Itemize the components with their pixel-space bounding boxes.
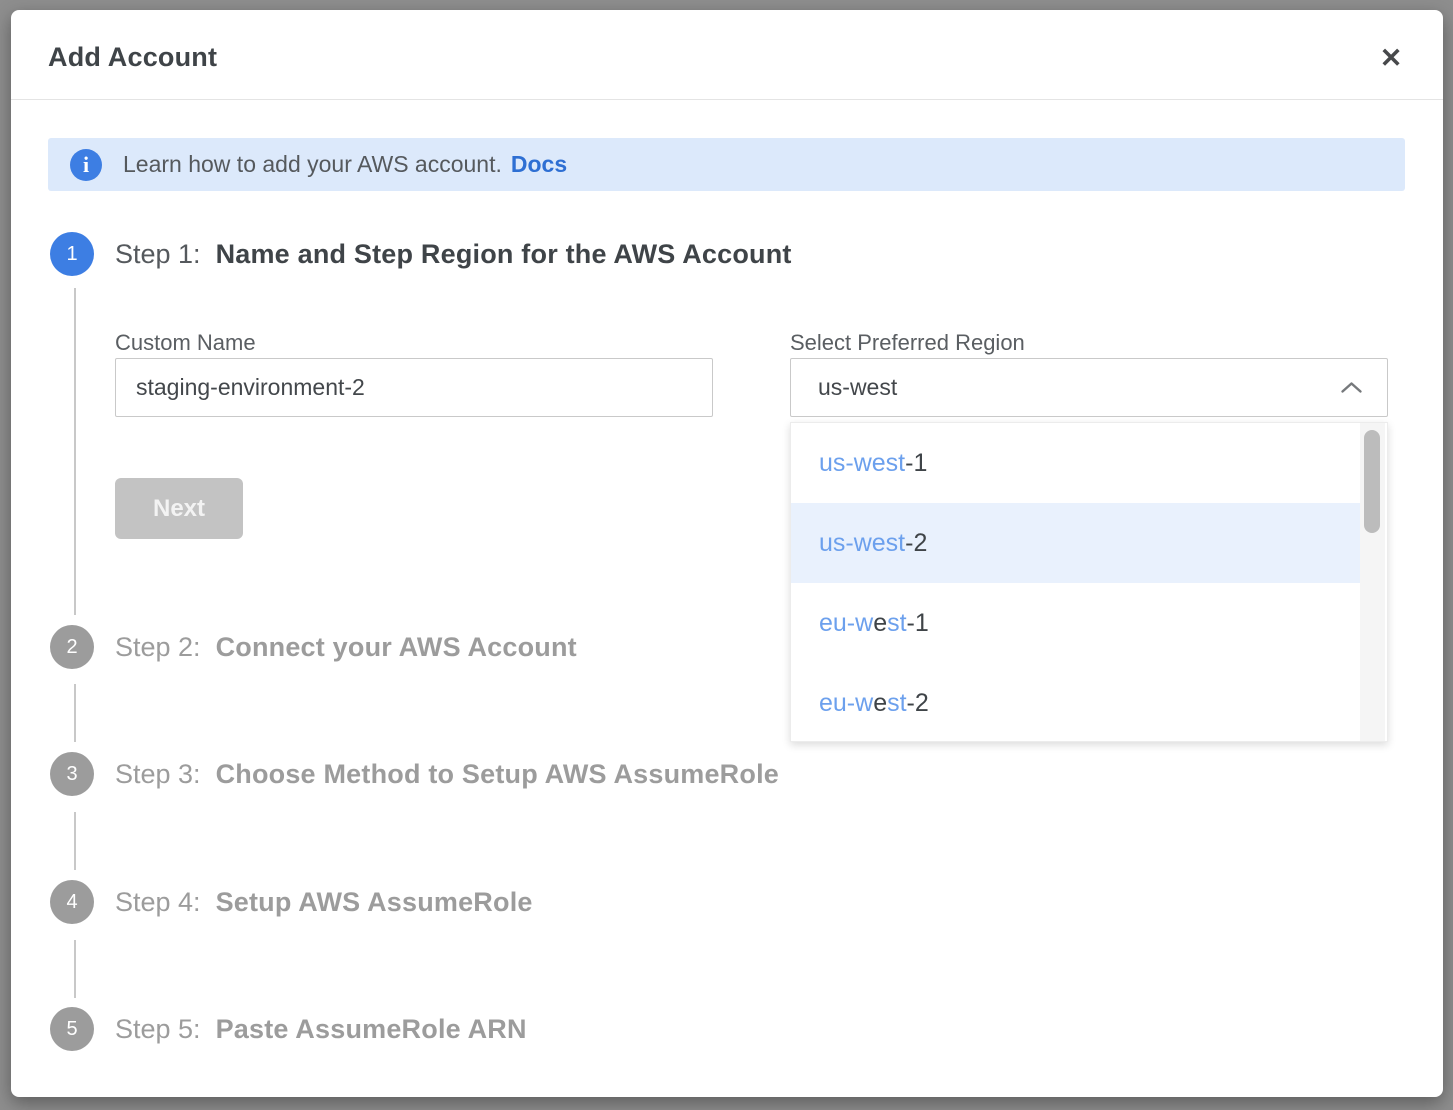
step-3-header: 3 Step 3: Choose Method to Setup AWS Ass… bbox=[50, 752, 779, 796]
custom-name-input[interactable] bbox=[115, 358, 713, 417]
region-option[interactable]: eu-west-1 bbox=[791, 583, 1360, 663]
info-banner: i Learn how to add your AWS account. Doc… bbox=[48, 138, 1405, 191]
step-connector bbox=[74, 940, 76, 998]
region-input[interactable] bbox=[791, 374, 1332, 401]
option-text: -1 bbox=[907, 609, 929, 637]
step-5-badge: 5 bbox=[50, 1007, 94, 1051]
info-icon: i bbox=[70, 149, 102, 181]
region-option[interactable]: us-west-1 bbox=[791, 423, 1360, 503]
option-text: -2 bbox=[905, 529, 927, 557]
step-3-prefix: Step 3: bbox=[115, 759, 201, 790]
step-2-header: 2 Step 2: Connect your AWS Account bbox=[50, 625, 577, 669]
next-button[interactable]: Next bbox=[115, 478, 243, 539]
region-dropdown: us-west-1us-west-2eu-west-1eu-west-2 bbox=[790, 422, 1388, 742]
step-4-header: 4 Step 4: Setup AWS AssumeRole bbox=[50, 880, 533, 924]
option-text: e bbox=[873, 689, 887, 717]
step-connector bbox=[74, 812, 76, 870]
step-4-title: Setup AWS AssumeRole bbox=[216, 887, 533, 918]
option-match-text: st bbox=[887, 689, 906, 717]
modal-title: Add Account bbox=[48, 42, 217, 73]
option-match-text: us-west bbox=[819, 529, 905, 557]
step-3-badge: 3 bbox=[50, 752, 94, 796]
region-combobox[interactable] bbox=[790, 358, 1388, 417]
option-text: -2 bbox=[907, 689, 929, 717]
step-4-prefix: Step 4: bbox=[115, 887, 201, 918]
step-3-title: Choose Method to Setup AWS AssumeRole bbox=[216, 759, 779, 790]
option-match-text: us-west bbox=[819, 449, 905, 477]
step-5-header: 5 Step 5: Paste AssumeRole ARN bbox=[50, 1007, 527, 1051]
step-1-title: Name and Step Region for the AWS Account bbox=[216, 239, 792, 270]
option-text: e bbox=[873, 609, 887, 637]
step-2-title: Connect your AWS Account bbox=[216, 632, 577, 663]
step-2-badge: 2 bbox=[50, 625, 94, 669]
step-1-prefix: Step 1: bbox=[115, 239, 201, 270]
region-label: Select Preferred Region bbox=[790, 330, 1025, 356]
dropdown-scrollbar-track[interactable] bbox=[1360, 423, 1385, 741]
step-1-badge: 1 bbox=[50, 232, 94, 276]
step-5-prefix: Step 5: bbox=[115, 1014, 201, 1045]
step-4-badge: 4 bbox=[50, 880, 94, 924]
step-2-prefix: Step 2: bbox=[115, 632, 201, 663]
step-5-title: Paste AssumeRole ARN bbox=[216, 1014, 527, 1045]
region-option[interactable]: us-west-2 bbox=[791, 503, 1360, 583]
region-option[interactable]: eu-west-2 bbox=[791, 663, 1360, 743]
option-text: -1 bbox=[905, 449, 927, 477]
step-1-header: 1 Step 1: Name and Step Region for the A… bbox=[50, 232, 792, 276]
docs-link[interactable]: Docs bbox=[511, 151, 567, 178]
option-match-text: eu-w bbox=[819, 689, 873, 717]
close-icon[interactable]: ✕ bbox=[1371, 38, 1411, 78]
step-connector bbox=[74, 288, 76, 615]
option-match-text: st bbox=[887, 609, 906, 637]
region-option-list: us-west-1us-west-2eu-west-1eu-west-2 bbox=[791, 423, 1360, 741]
option-match-text: eu-w bbox=[819, 609, 873, 637]
chevron-up-icon[interactable] bbox=[1332, 381, 1387, 394]
add-account-modal: Add Account ✕ i Learn how to add your AW… bbox=[11, 10, 1443, 1097]
modal-header: Add Account ✕ bbox=[11, 10, 1443, 100]
custom-name-label: Custom Name bbox=[115, 330, 256, 356]
banner-text: Learn how to add your AWS account. bbox=[123, 151, 502, 178]
dropdown-scrollbar-thumb[interactable] bbox=[1364, 430, 1380, 533]
step-connector bbox=[74, 684, 76, 742]
